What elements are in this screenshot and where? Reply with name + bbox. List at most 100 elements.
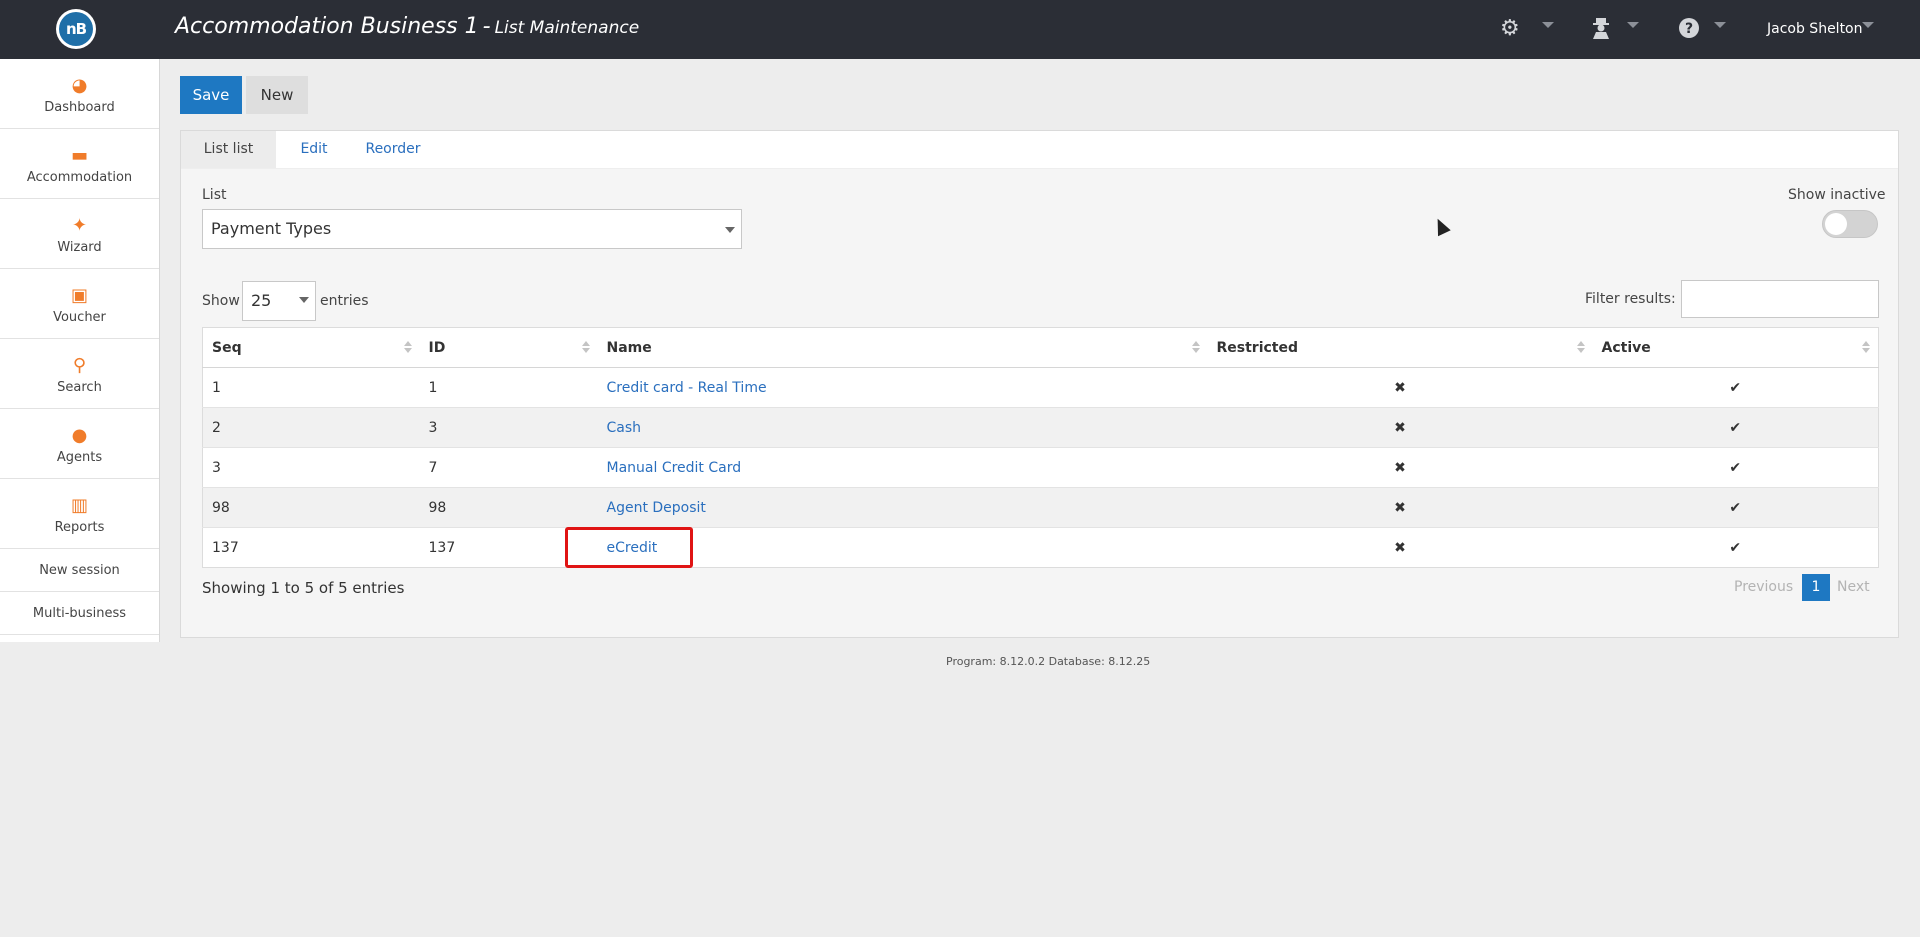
column-header-active[interactable]: Active (1592, 327, 1879, 368)
column-header-label: ID (428, 339, 446, 356)
cell-seq: 3 (202, 447, 420, 488)
business-name: Accommodation Business 1 (175, 14, 479, 39)
list-select[interactable]: Payment Types (202, 209, 742, 249)
sidebar-item-wizard[interactable]: ✦ Wizard (0, 199, 159, 269)
settings-chevron-down-icon[interactable] (1542, 22, 1554, 28)
page-name: List Maintenance (494, 18, 640, 38)
row-name-link[interactable]: Credit card - Real Time (607, 380, 767, 396)
table-header-row: Seq ID Name Restricted Active (202, 327, 1879, 368)
version-footer: Program: 8.12.0.2 Database: 8.12.25 (946, 655, 1151, 668)
restricted-x-icon: ✖ (1207, 527, 1593, 568)
table-summary: Showing 1 to 5 of 5 entries (202, 579, 405, 597)
sidebar-item-dashboard[interactable]: ◕ Dashboard (0, 59, 159, 129)
filter-label: Filter results: (1585, 291, 1676, 307)
entries-select-value: 25 (251, 291, 272, 310)
user-menu[interactable]: Jacob Shelton (1767, 21, 1863, 37)
sidebar-item-voucher[interactable]: ▣ Voucher (0, 269, 159, 339)
svg-text:?: ? (1685, 21, 1693, 37)
cell-name: Agent Deposit (597, 487, 1208, 528)
sidebar-item-label: Accommodation (26, 170, 133, 185)
table-row[interactable]: 1 1 Credit card - Real Time ✖ ✔ (202, 367, 1879, 408)
cell-id: 7 (419, 447, 598, 488)
filter-input[interactable] (1681, 280, 1879, 318)
sidebar-item-accommodation[interactable]: ▬ Accommodation (0, 129, 159, 199)
table-row[interactable]: 2 3 Cash ✖ ✔ (202, 407, 1879, 448)
list-select-value: Payment Types (211, 219, 332, 238)
cell-id: 3 (419, 407, 598, 448)
pagination-page-1[interactable]: 1 (1802, 574, 1830, 601)
entries-select[interactable]: 25 (242, 281, 316, 321)
sidebar-item-search[interactable]: ⚲ Search (0, 339, 159, 409)
sidebar-item-label: Wizard (57, 240, 102, 255)
pagination-previous[interactable]: Previous (1734, 579, 1793, 595)
cell-seq: 137 (202, 527, 420, 568)
restricted-x-icon: ✖ (1207, 487, 1593, 528)
help-chevron-down-icon[interactable] (1714, 22, 1726, 28)
row-name-link[interactable]: Cash (607, 420, 642, 436)
sidebar-item-label: Search (57, 380, 102, 395)
sort-icon (1191, 341, 1200, 353)
tab-bar: List list Edit Reorder (181, 131, 1898, 169)
cell-id: 98 (419, 487, 598, 528)
active-check-icon: ✔ (1592, 487, 1879, 528)
sort-icon (403, 341, 412, 353)
page-title: Accommodation Business 1- List Maintenanc… (175, 14, 639, 39)
payment-types-table: Seq ID Name Restricted Active 1 1 Credit… (202, 327, 1879, 568)
sidebar-item-agents[interactable]: ● Agents (0, 409, 159, 479)
save-button[interactable]: Save (180, 76, 242, 114)
list-label: List (202, 187, 227, 203)
user-secret-icon[interactable] (1591, 17, 1611, 45)
pagination-next[interactable]: Next (1837, 579, 1870, 595)
tab-edit[interactable]: Edit (284, 131, 344, 168)
column-header-name[interactable]: Name (597, 327, 1208, 368)
table-row[interactable]: 137 137 eCredit ✖ ✔ (202, 527, 1879, 568)
column-header-label: Restricted (1216, 339, 1299, 356)
restricted-x-icon: ✖ (1207, 407, 1593, 448)
dashboard-icon: ◕ (71, 75, 88, 96)
row-name-link[interactable]: Manual Credit Card (607, 460, 742, 476)
question-circle-icon[interactable]: ? (1678, 17, 1700, 45)
highlight-box (565, 527, 693, 568)
cell-seq: 98 (202, 487, 420, 528)
bar-chart-icon: ▥ (70, 495, 88, 516)
sidebar-item-label: Agents (56, 450, 103, 465)
gift-icon: ▣ (70, 285, 88, 306)
cell-id: 1 (419, 367, 598, 408)
sidebar-item-multi-business[interactable]: Multi-business (0, 592, 159, 635)
bed-icon: ▬ (70, 145, 88, 166)
show-inactive-toggle[interactable] (1822, 210, 1878, 238)
column-header-label: Name (606, 339, 652, 356)
sidebar: ◕ Dashboard ▬ Accommodation ✦ Wizard ▣ V… (0, 59, 160, 642)
show-inactive-label: Show inactive (1788, 187, 1886, 203)
sidebar-item-new-session[interactable]: New session (0, 549, 159, 592)
cell-seq: 1 (202, 367, 420, 408)
tab-list-list[interactable]: List list (181, 131, 276, 168)
sort-icon (1576, 341, 1585, 353)
table-row[interactable]: 98 98 Agent Deposit ✖ ✔ (202, 487, 1879, 528)
column-header-label: Seq (212, 339, 242, 356)
tab-reorder[interactable]: Reorder (357, 131, 429, 168)
title-separator: - (482, 14, 491, 39)
toggle-knob (1825, 213, 1847, 235)
active-check-icon: ✔ (1592, 447, 1879, 488)
gears-icon[interactable]: ⚙ (1500, 17, 1520, 41)
user-chevron-down-icon[interactable] (1862, 22, 1874, 28)
top-bar: nB Accommodation Business 1- List Mainten… (0, 0, 1920, 59)
column-header-restricted[interactable]: Restricted (1207, 327, 1593, 368)
column-header-seq[interactable]: Seq (202, 327, 420, 368)
table-row[interactable]: 3 7 Manual Credit Card ✖ ✔ (202, 447, 1879, 488)
entries-label: entries (320, 293, 369, 309)
sidebar-item-label: Reports (54, 520, 105, 535)
cell-name: Cash (597, 407, 1208, 448)
main-panel: List list Edit Reorder List Payment Type… (180, 130, 1899, 638)
agent-chevron-down-icon[interactable] (1627, 22, 1639, 28)
active-check-icon: ✔ (1592, 367, 1879, 408)
new-button[interactable]: New (246, 76, 308, 114)
column-header-label: Active (1601, 339, 1651, 356)
active-check-icon: ✔ (1592, 407, 1879, 448)
column-header-id[interactable]: ID (419, 327, 598, 368)
row-name-link[interactable]: Agent Deposit (607, 500, 706, 516)
search-icon: ⚲ (72, 355, 87, 376)
sidebar-item-reports[interactable]: ▥ Reports (0, 479, 159, 549)
logo[interactable]: nB (56, 9, 96, 49)
